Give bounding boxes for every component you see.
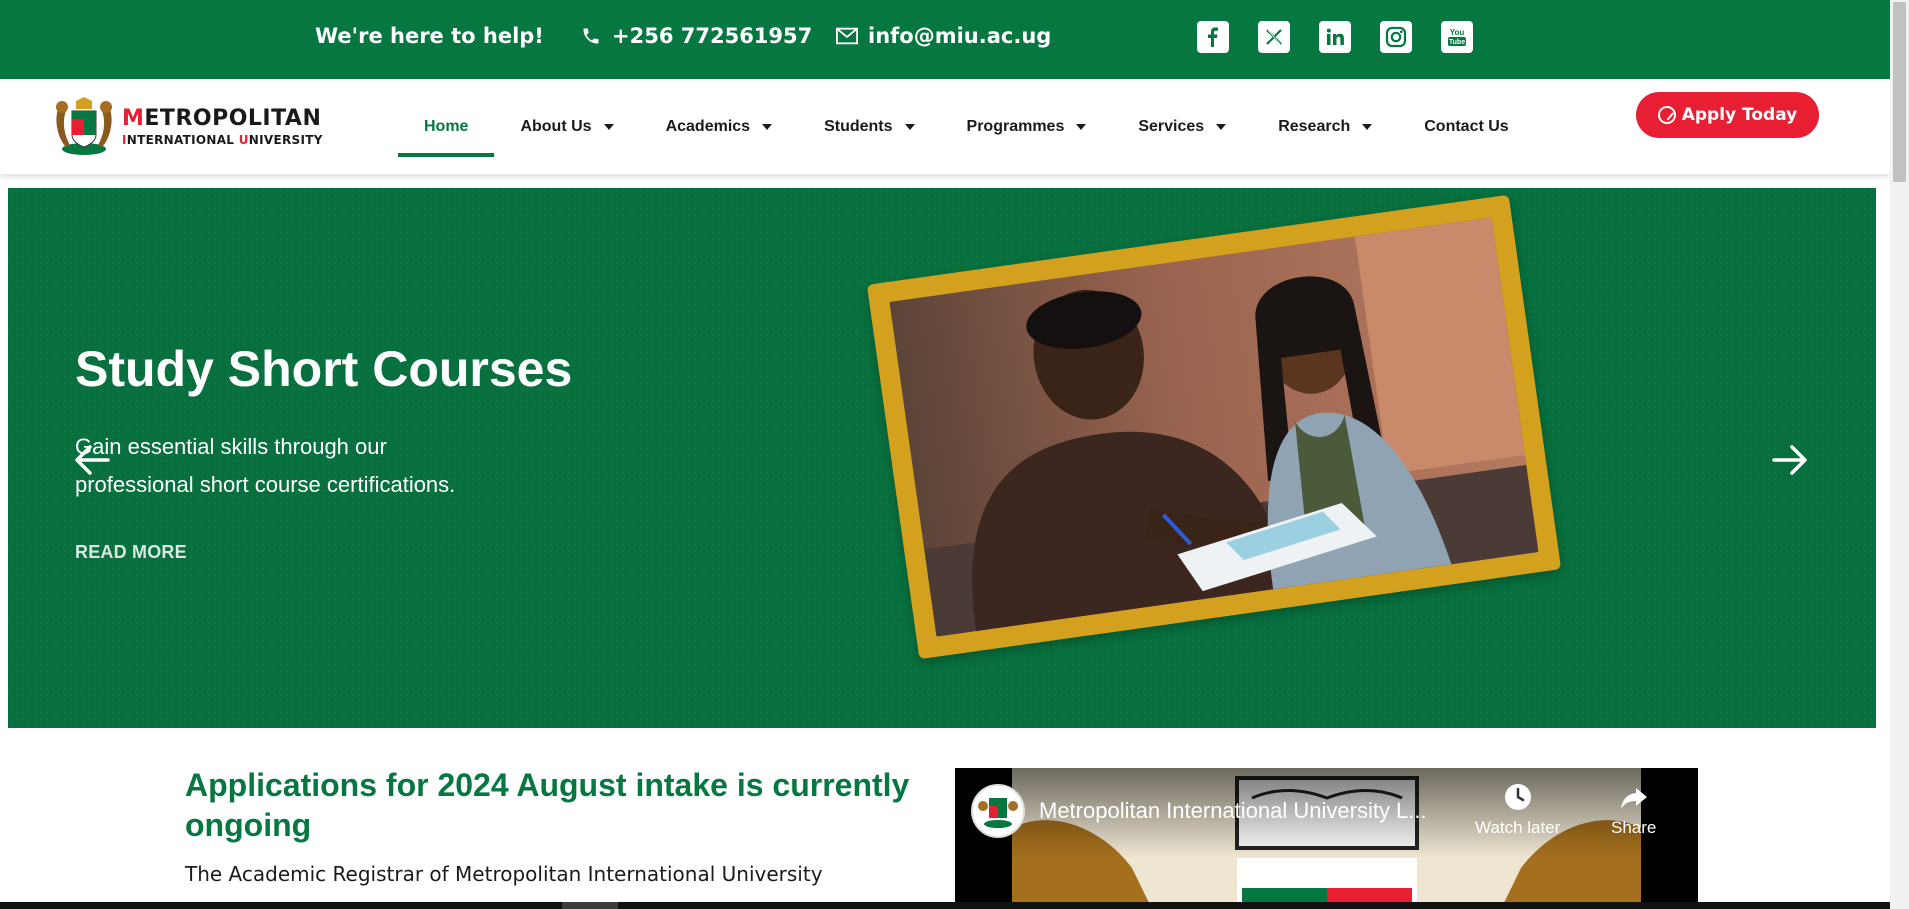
vertical-scrollbar[interactable]: [1890, 0, 1909, 909]
caret-down-icon: [904, 123, 915, 130]
apply-label: Apply Today: [1681, 105, 1798, 125]
email-address: info@miu.ac.ug: [868, 24, 1052, 48]
caret-down-icon: [1076, 123, 1087, 130]
svg-text:Tube: Tube: [1449, 39, 1465, 46]
announcement-text: The Academic Registrar of Metropolitan I…: [185, 862, 823, 886]
nav-label: Contact Us: [1424, 117, 1509, 135]
logo-title-rest: ETROPOLITAN: [144, 105, 322, 131]
main-nav: Home About Us Academics Students Program…: [398, 79, 1535, 174]
students-photo: [889, 217, 1539, 637]
caret-down-icon: [1216, 123, 1227, 130]
caret-down-icon: [1362, 123, 1373, 130]
mail-icon: [836, 25, 858, 47]
nav-label: Services: [1138, 117, 1205, 135]
site-header: METROPOLITAN INTERNATIONAL UNIVERSITY Ho…: [0, 79, 1890, 174]
phone-number: +256 772561957: [612, 24, 813, 48]
nav-label: Programmes: [966, 117, 1065, 135]
hero-slider: Study Short Courses Gain essential skill…: [8, 188, 1876, 728]
facebook-icon[interactable]: [1197, 21, 1229, 53]
phone-icon: [580, 25, 602, 47]
nav-item-home[interactable]: Home: [398, 79, 495, 174]
arrow-right-icon[interactable]: [1768, 438, 1812, 482]
hero-description: Gain essential skills through our profes…: [75, 434, 456, 497]
caret-down-icon: [603, 123, 614, 130]
caret-down-icon: [762, 123, 773, 130]
logo-title-initial: M: [122, 105, 145, 131]
help-text: We're here to help!: [315, 24, 544, 48]
phone-link[interactable]: +256 772561957: [580, 24, 812, 48]
email-link[interactable]: info@miu.ac.ug: [836, 24, 1051, 48]
x-twitter-icon[interactable]: [1258, 21, 1290, 53]
linkedin-icon[interactable]: [1319, 21, 1351, 53]
nav-item-services[interactable]: Services: [1112, 79, 1252, 174]
nav-item-academics[interactable]: Academics: [640, 79, 799, 174]
bottom-bar-thumb: [562, 902, 618, 909]
logo-sub-rest: NIVERSITY: [248, 132, 323, 147]
announcement-title: Applications for 2024 August intake is c…: [185, 767, 910, 843]
scrollbar-thumb[interactable]: [1893, 2, 1906, 182]
share-button[interactable]: Share: [1611, 782, 1656, 838]
apply-today-button[interactable]: Apply Today: [1636, 92, 1819, 138]
video-embed[interactable]: Metropolitan International University L.…: [955, 768, 1698, 909]
nav-item-contact-us[interactable]: Contact Us: [1398, 79, 1534, 174]
nav-label: Academics: [665, 117, 751, 135]
video-title[interactable]: Metropolitan International University L.…: [1039, 798, 1427, 824]
hero-title: Study Short Courses: [75, 341, 573, 397]
nav-label: Students: [824, 117, 893, 135]
clock-icon: [1504, 784, 1531, 810]
watch-later-label: Watch later: [1475, 818, 1561, 837]
nav-item-research[interactable]: Research: [1252, 79, 1398, 174]
hero-photo-frame: [866, 194, 1562, 660]
pen-icon: [1657, 106, 1676, 124]
university-crest-icon: [56, 97, 112, 155]
page: We're here to help! +256 772561957 info@…: [0, 0, 1909, 909]
nav-item-about-us[interactable]: About Us: [494, 79, 639, 174]
bottom-bar: [0, 902, 1890, 909]
read-more-link[interactable]: READ MORE: [75, 542, 187, 563]
nav-item-programmes[interactable]: Programmes: [941, 79, 1113, 174]
logo-sub-initial-u: U: [238, 132, 249, 147]
svg-text:You: You: [1450, 28, 1465, 37]
nav-item-students[interactable]: Students: [798, 79, 940, 174]
logo-subtitle: INTERNATIONAL UNIVERSITY: [122, 133, 323, 147]
youtube-icon[interactable]: You Tube: [1441, 21, 1473, 53]
arrow-left-icon[interactable]: [70, 438, 114, 482]
logo-sub-mid: NTERNATIONAL: [126, 132, 239, 147]
share-label: Share: [1611, 818, 1657, 837]
channel-avatar[interactable]: [971, 784, 1025, 838]
watch-later-button[interactable]: Watch later: [1475, 782, 1560, 838]
instagram-icon[interactable]: [1380, 21, 1412, 53]
nav-label: Home: [424, 117, 469, 135]
social-links: You Tube: [1197, 21, 1473, 53]
nav-label: About Us: [520, 117, 592, 135]
nav-label: Research: [1278, 117, 1351, 135]
share-icon: [1620, 788, 1647, 809]
top-contact-bar: We're here to help! +256 772561957 info@…: [0, 0, 1890, 79]
logo-title: METROPOLITAN: [122, 106, 323, 131]
site-logo[interactable]: METROPOLITAN INTERNATIONAL UNIVERSITY: [52, 95, 323, 157]
